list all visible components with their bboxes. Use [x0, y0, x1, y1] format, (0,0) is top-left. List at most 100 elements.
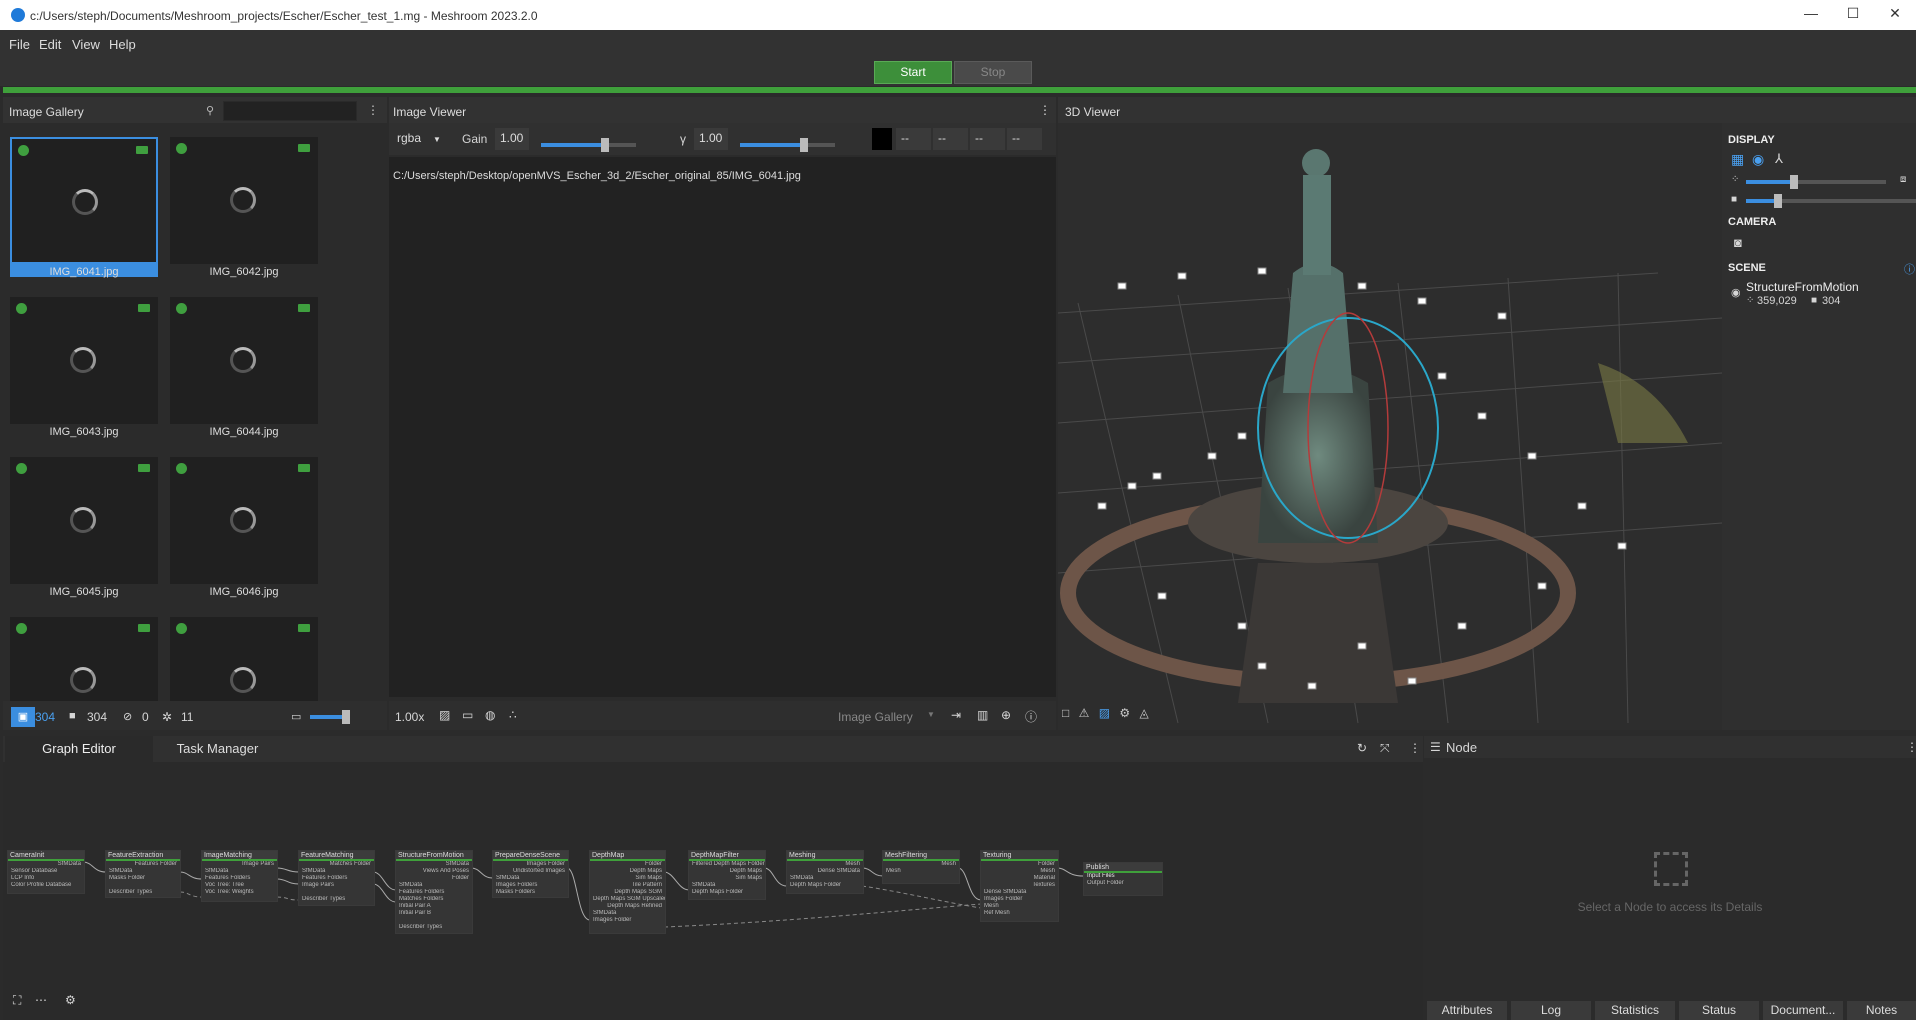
- gallery-thumbnail[interactable]: IMG_6043.jpg: [10, 297, 158, 438]
- node-output[interactable]: SfMData: [396, 861, 472, 868]
- node-output[interactable]: Sim Maps: [590, 875, 665, 882]
- node-input[interactable]: Color Profile Database: [8, 882, 84, 889]
- point-size-slider[interactable]: [1746, 175, 1886, 189]
- node-output[interactable]: Mesh: [981, 868, 1058, 875]
- fixed-size-icon[interactable]: ⧈: [1900, 174, 1906, 185]
- image-canvas[interactable]: C:/Users/steph/Desktop/openMVS_Escher_3d…: [389, 157, 1056, 697]
- node-input[interactable]: Dense SfMData: [981, 889, 1058, 896]
- node-output[interactable]: Depth Maps Refined: [590, 903, 665, 910]
- images-filter-icon[interactable]: ▣: [11, 707, 35, 727]
- node-input[interactable]: Images Folder: [590, 917, 665, 924]
- bbox-icon[interactable]: □: [1062, 706, 1069, 720]
- node-input[interactable]: SfMData: [106, 868, 180, 875]
- node-output[interactable]: Image Pairs: [202, 861, 277, 868]
- info-icon[interactable]: ⓘ: [1025, 708, 1037, 725]
- more-options-icon[interactable]: ⋮: [1039, 103, 1051, 117]
- node-output[interactable]: SfMData: [8, 861, 84, 868]
- info-icon[interactable]: ⓘ: [1904, 261, 1915, 277]
- warning-icon[interactable]: ⚠: [1079, 706, 1090, 720]
- grid-toggle-icon[interactable]: ▦: [1731, 151, 1744, 168]
- cameras-filter-icon[interactable]: ■: [69, 710, 76, 722]
- graph-node[interactable]: FeatureMatching Matches Folder SfMData Feat…: [298, 850, 375, 906]
- 3d-scene-canvas[interactable]: □ ⚠ ▨ ⚙ ◬: [1058, 123, 1722, 730]
- grid-icon[interactable]: ▨: [1099, 706, 1110, 720]
- node-input[interactable]: SfMData: [202, 868, 277, 875]
- node-input[interactable]: SfMData: [396, 882, 472, 889]
- graph-editor[interactable]: CameraInit SfMData Sensor Database LCP Info…: [3, 762, 1423, 1020]
- gain-slider[interactable]: [541, 138, 636, 152]
- node-input[interactable]: SfMData: [787, 875, 863, 882]
- node-input[interactable]: Initial Pair B: [396, 910, 472, 917]
- node-input[interactable]: Matches Folders: [396, 896, 472, 903]
- graph-node[interactable]: Texturing Folder Mesh Material Textures Dense…: [980, 850, 1059, 922]
- node-output[interactable]: Tile Pattern: [590, 882, 665, 889]
- distortion-icon[interactable]: ▭: [462, 708, 473, 722]
- node-input[interactable]: SfMData: [493, 875, 568, 882]
- node-output[interactable]: Undistorted Images: [493, 868, 568, 875]
- node-input[interactable]: Image Pairs: [299, 882, 374, 889]
- gain-field[interactable]: 1.00: [495, 128, 529, 150]
- tab-graph-editor[interactable]: Graph Editor: [5, 736, 153, 762]
- tab-documentation[interactable]: Document...: [1763, 1001, 1843, 1020]
- auto-layout-icon[interactable]: ⋯: [35, 993, 47, 1007]
- graph-node[interactable]: PrepareDenseScene Images Folder Undistorte…: [492, 850, 569, 898]
- channel-select[interactable]: rgba ▼: [392, 128, 447, 150]
- minimize-button[interactable]: —: [1796, 5, 1826, 25]
- node-input[interactable]: Sensor Database: [8, 868, 84, 875]
- node-output[interactable]: Filtered Depth Maps Folder: [689, 861, 765, 868]
- axis-toggle-icon[interactable]: ⅄: [1775, 151, 1783, 167]
- more-options-icon[interactable]: ⋮: [1906, 740, 1916, 754]
- more-options-icon[interactable]: ⋮: [367, 103, 379, 117]
- node-output[interactable]: Folder: [981, 861, 1058, 868]
- graph-node[interactable]: ImageMatching Image Pairs SfMData Features …: [201, 850, 278, 902]
- camera-frustum-icon[interactable]: ◬: [1140, 706, 1149, 720]
- node-input[interactable]: LCP Info: [8, 875, 84, 882]
- node-input[interactable]: Depth Maps Folder: [689, 889, 765, 896]
- node-output[interactable]: Features Folder: [106, 861, 180, 868]
- fit-view-icon[interactable]: ⛶: [13, 993, 21, 1008]
- node-input[interactable]: Features Folders: [396, 889, 472, 896]
- hdr-toggle-icon[interactable]: ▨: [439, 708, 450, 722]
- node-output[interactable]: Matches Folder: [299, 861, 374, 868]
- intrinsics-icon[interactable]: ✲: [162, 710, 172, 724]
- camera-scale-slider[interactable]: [1746, 194, 1916, 208]
- node-output[interactable]: Mesh: [787, 861, 863, 868]
- graph-node[interactable]: Publish Input Files Output Folder: [1083, 862, 1163, 896]
- more-options-icon[interactable]: ⋮: [1409, 741, 1421, 755]
- close-button[interactable]: ✕: [1880, 5, 1910, 25]
- features-icon[interactable]: ∴: [509, 708, 517, 722]
- panorama-icon[interactable]: ◍: [485, 708, 495, 722]
- node-output[interactable]: Folder: [396, 875, 472, 882]
- graph-node[interactable]: DepthMapFilter Filtered Depth Maps Folder…: [688, 850, 766, 900]
- node-input[interactable]: Ref Mesh: [981, 910, 1058, 917]
- no-camera-filter-icon[interactable]: ⊘: [123, 710, 132, 723]
- node-output[interactable]: Depth Maps SGM: [590, 889, 665, 896]
- node-input[interactable]: Features Folders: [202, 875, 277, 882]
- node-output[interactable]: Folder: [590, 861, 665, 868]
- load-icon[interactable]: ⇥: [951, 708, 961, 722]
- snapshot-camera-icon[interactable]: ◙: [1734, 235, 1742, 250]
- gallery-search-input[interactable]: [223, 101, 357, 121]
- gallery-thumbnail[interactable]: IMG_6041.jpg: [10, 137, 158, 278]
- gallery-thumbnail[interactable]: IMG_6042.jpg: [170, 137, 318, 278]
- tab-task-manager[interactable]: Task Manager: [155, 736, 280, 762]
- gallery-thumbnail[interactable]: [170, 617, 318, 701]
- node-output[interactable]: Depth Maps: [689, 868, 765, 875]
- stop-button[interactable]: Stop: [954, 61, 1032, 84]
- image-source-select[interactable]: Image Gallery: [838, 710, 913, 724]
- node-output[interactable]: Material: [981, 875, 1058, 882]
- thumbnail-size-slider[interactable]: [310, 710, 350, 724]
- gear-icon[interactable]: ⚙: [65, 993, 76, 1007]
- node-input[interactable]: Describer Types: [299, 896, 374, 903]
- node-output[interactable]: Views And Poses: [396, 868, 472, 875]
- node-input[interactable]: Output Folder: [1084, 880, 1162, 887]
- node-output[interactable]: Dense SfMData: [787, 868, 863, 875]
- gear-icon[interactable]: ⚙: [1119, 706, 1130, 720]
- node-input[interactable]: Input Files: [1084, 873, 1162, 880]
- graph-node[interactable]: MeshFiltering Mesh Mesh: [882, 850, 960, 884]
- tab-statistics[interactable]: Statistics: [1595, 1001, 1675, 1020]
- graph-node[interactable]: DepthMap Folder Depth Maps Sim Maps Tile Pat…: [589, 850, 666, 934]
- node-input[interactable]: Images Folder: [981, 896, 1058, 903]
- tab-notes[interactable]: Notes: [1847, 1001, 1916, 1020]
- node-input[interactable]: Masks Folders: [493, 889, 568, 896]
